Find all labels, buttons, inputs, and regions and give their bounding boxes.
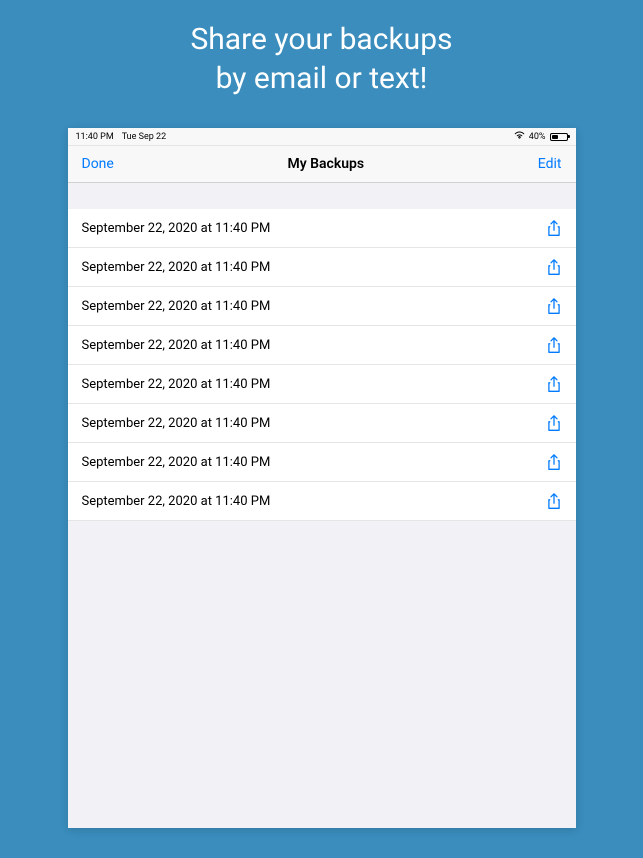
backup-label: September 22, 2020 at 11:40 PM	[82, 338, 271, 353]
share-icon[interactable]	[546, 375, 562, 393]
share-icon[interactable]	[546, 453, 562, 471]
backup-label: September 22, 2020 at 11:40 PM	[82, 455, 271, 470]
list-item[interactable]: September 22, 2020 at 11:40 PM	[68, 248, 576, 287]
status-bar-right: 40%	[514, 131, 568, 142]
backup-label: September 22, 2020 at 11:40 PM	[82, 377, 271, 392]
list-item[interactable]: September 22, 2020 at 11:40 PM	[68, 287, 576, 326]
battery-icon	[550, 133, 568, 141]
list-item[interactable]: September 22, 2020 at 11:40 PM	[68, 443, 576, 482]
share-icon[interactable]	[546, 336, 562, 354]
promo-header: Share your backups by email or text!	[0, 0, 643, 128]
backup-label: September 22, 2020 at 11:40 PM	[82, 221, 271, 236]
status-bar-left: 11:40 PM Tue Sep 22	[76, 132, 167, 142]
backup-label: September 22, 2020 at 11:40 PM	[82, 299, 271, 314]
page-title: My Backups	[287, 156, 364, 172]
promo-line-2: by email or text!	[0, 59, 643, 98]
nav-bar: Done My Backups Edit	[68, 146, 576, 183]
list-item[interactable]: September 22, 2020 at 11:40 PM	[68, 209, 576, 248]
promo-line-1: Share your backups	[0, 20, 643, 59]
backup-list: September 22, 2020 at 11:40 PM September…	[68, 183, 576, 521]
edit-button[interactable]: Edit	[538, 156, 562, 172]
list-item[interactable]: September 22, 2020 at 11:40 PM	[68, 404, 576, 443]
wifi-icon	[514, 131, 525, 142]
status-bar: 11:40 PM Tue Sep 22 40%	[68, 128, 576, 146]
list-item[interactable]: September 22, 2020 at 11:40 PM	[68, 482, 576, 521]
share-icon[interactable]	[546, 297, 562, 315]
backup-label: September 22, 2020 at 11:40 PM	[82, 494, 271, 509]
share-icon[interactable]	[546, 414, 562, 432]
list-item[interactable]: September 22, 2020 at 11:40 PM	[68, 326, 576, 365]
device-frame: 11:40 PM Tue Sep 22 40% Done My Backups …	[68, 128, 576, 828]
status-time: 11:40 PM	[76, 132, 114, 142]
status-date: Tue Sep 22	[122, 132, 166, 142]
list-spacer	[68, 183, 576, 209]
status-battery-percent: 40%	[529, 132, 546, 142]
backup-label: September 22, 2020 at 11:40 PM	[82, 416, 271, 431]
done-button[interactable]: Done	[82, 156, 114, 172]
list-item[interactable]: September 22, 2020 at 11:40 PM	[68, 365, 576, 404]
share-icon[interactable]	[546, 258, 562, 276]
backup-label: September 22, 2020 at 11:40 PM	[82, 260, 271, 275]
share-icon[interactable]	[546, 219, 562, 237]
share-icon[interactable]	[546, 492, 562, 510]
